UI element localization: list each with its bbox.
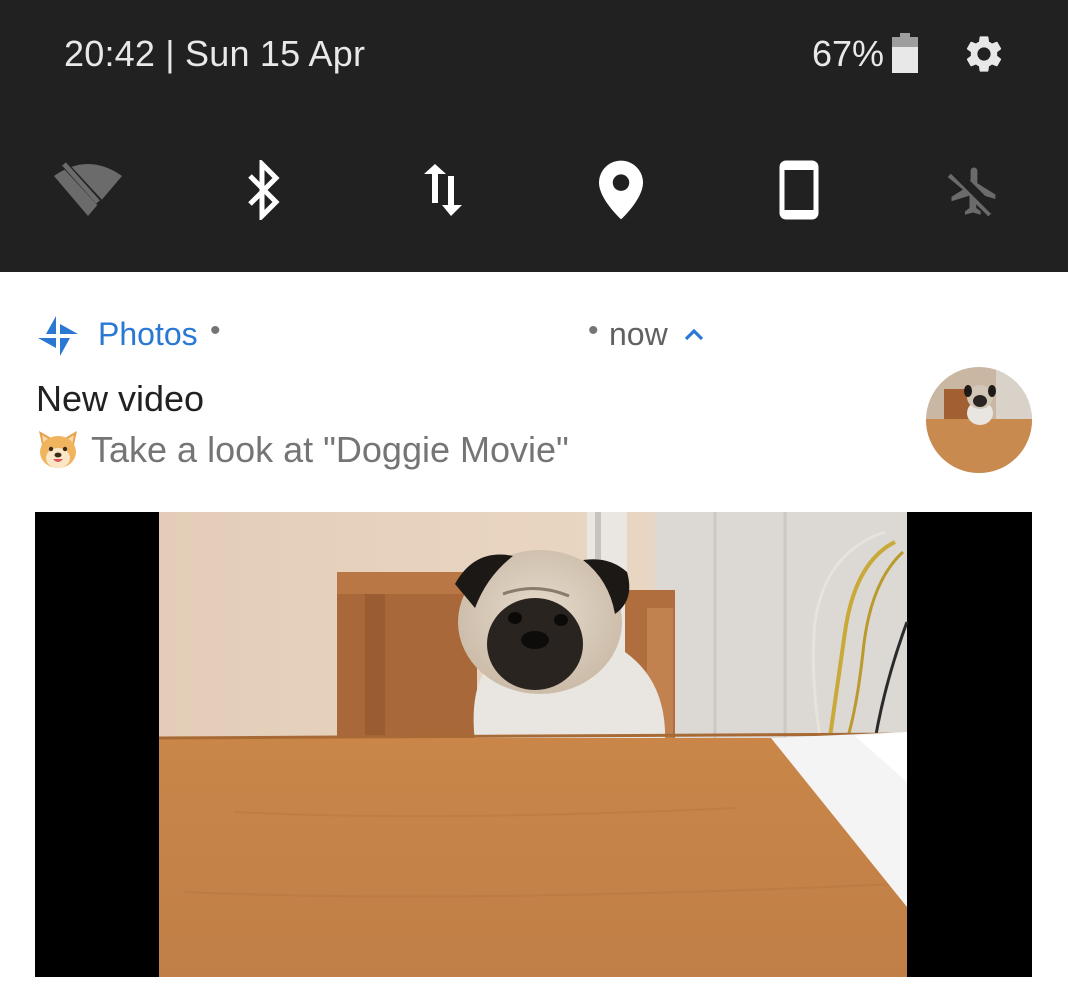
tile-auto-rotate[interactable] (761, 152, 837, 228)
notification-app-name: Photos (98, 316, 198, 352)
status-time-date: 20:42 | Sun 15 Apr (64, 33, 366, 74)
quick-settings-panel: 20:42 | Sun 15 Apr 67% (0, 0, 1068, 272)
mobile-data-icon (424, 164, 462, 216)
battery-percent: 67% (812, 33, 885, 74)
chevron-up-icon[interactable] (680, 320, 708, 348)
photos-pinwheel-icon (38, 316, 78, 356)
tile-bluetooth[interactable] (226, 152, 302, 228)
header-separator: • (588, 314, 599, 347)
tile-airplane-mode[interactable] (936, 152, 1012, 228)
tile-wifi[interactable] (50, 152, 126, 228)
notification-title: New video (36, 378, 205, 419)
tile-mobile-data[interactable] (406, 152, 482, 228)
tile-location[interactable] (583, 152, 659, 228)
bluetooth-icon (248, 160, 280, 220)
notification-text-row: Take a look at "Doggie Movie" (36, 427, 836, 473)
phone-portrait-icon (779, 160, 819, 220)
pug-thumbnail (926, 367, 1032, 473)
notification-text: Take a look at "Doggie Movie" (91, 429, 569, 470)
notification-header: Photos • • now (36, 312, 736, 358)
video-preview[interactable] (35, 512, 1032, 977)
battery-icon (892, 33, 918, 73)
header-separator: • (210, 314, 221, 347)
location-pin-icon (599, 160, 643, 220)
wifi-off-icon (54, 162, 122, 220)
notification-time: now (609, 316, 668, 352)
settings-gear-icon[interactable] (962, 32, 1006, 76)
airplane-mode-off-icon (947, 167, 996, 217)
photos-notification[interactable]: Photos • • now New video Take a look at … (0, 272, 1068, 1005)
dog-face-emoji-icon (39, 431, 77, 468)
